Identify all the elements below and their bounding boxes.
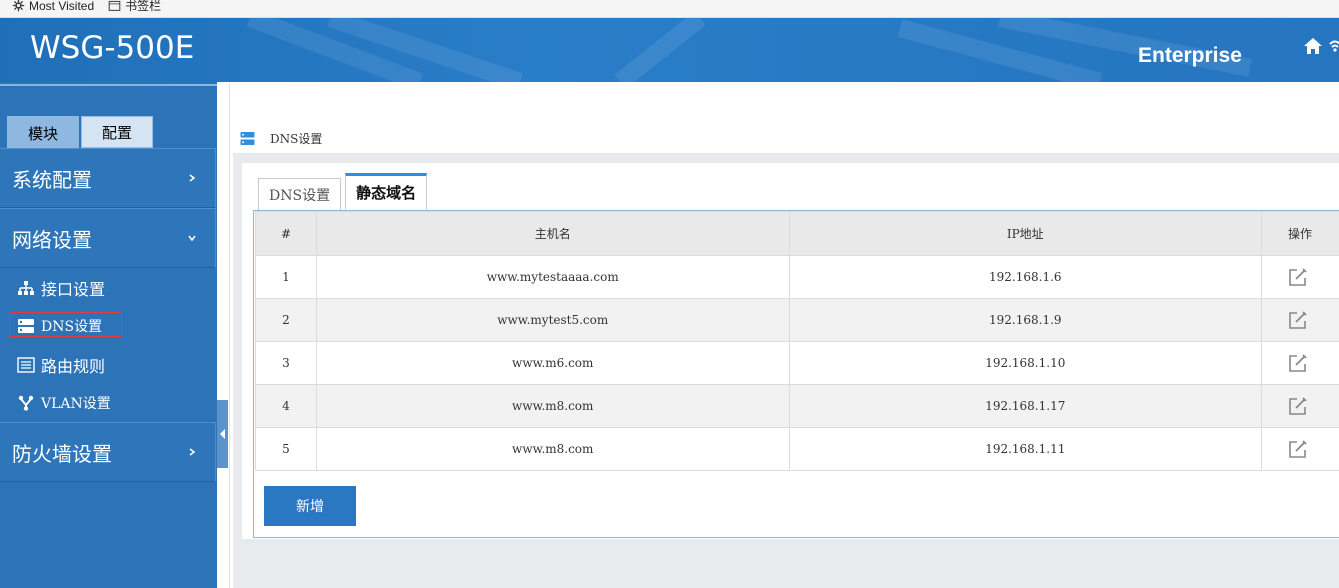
sidebar-item-interface[interactable]: 接口设置	[0, 269, 216, 307]
row-hostname: www.mytest5.com	[315, 298, 790, 342]
row-hostname: www.m8.com	[315, 427, 790, 471]
menu-group-firewall-label: 防火墙设置	[12, 441, 112, 466]
edit-icon[interactable]	[1288, 310, 1308, 330]
sidebar-item-interface-label: 接口设置	[41, 280, 106, 299]
edit-icon[interactable]	[1288, 353, 1308, 373]
tab-config[interactable]: 配置	[81, 116, 153, 148]
chevron-right-icon	[189, 174, 196, 182]
tab-dns-settings[interactable]: DNS设置	[258, 178, 342, 210]
list-icon	[17, 357, 35, 373]
most-visited-bookmark[interactable]: Most Visited	[12, 0, 94, 13]
table-header-row: # 主机名 IP地址 操作	[255, 211, 1339, 256]
sidebar-item-vlan-label: VLAN设置	[41, 396, 111, 412]
row-actions	[1261, 427, 1339, 471]
selection-highlight	[9, 312, 122, 337]
home-icon[interactable]	[1303, 37, 1323, 55]
row-index: 3	[255, 341, 317, 385]
menu-group-network-label: 网络设置	[12, 227, 92, 252]
edition-label: Enterprise	[1138, 44, 1242, 67]
sidebar-item-vlan[interactable]: VLAN设置	[0, 384, 216, 422]
row-ip: 192.168.1.10	[788, 341, 1263, 385]
table-row: 5 www.m8.com 192.168.1.11	[255, 427, 1339, 471]
most-visited-label: Most Visited	[29, 0, 95, 13]
column-ip: IP地址	[788, 211, 1263, 256]
tab-module[interactable]: 模块	[7, 116, 79, 148]
menu-group-system-label: 系统配置	[12, 167, 92, 192]
sitemap-icon	[18, 281, 34, 295]
column-hostname: 主机名	[315, 211, 790, 256]
row-ip: 192.168.1.9	[788, 298, 1263, 342]
sidebar-item-routing[interactable]: 路由规则	[0, 346, 216, 384]
sidebar-tabs: 模块 配置	[7, 116, 153, 148]
row-ip: 192.168.1.17	[788, 384, 1263, 428]
row-actions	[1261, 255, 1339, 299]
chevron-down-icon	[188, 235, 196, 242]
column-index: #	[255, 211, 317, 256]
edit-icon[interactable]	[1288, 396, 1308, 416]
column-actions: 操作	[1261, 211, 1339, 256]
table-row: 2 www.mytest5.com 192.168.1.9	[255, 298, 1339, 342]
chevron-right-icon	[189, 448, 196, 456]
static-domain-table: # 主机名 IP地址 操作 1 www.mytestaaaa.com 192.1…	[255, 211, 1339, 471]
static-domain-table-container: # 主机名 IP地址 操作 1 www.mytestaaaa.com 192.1…	[253, 210, 1339, 538]
app-header: WSG-500E Enterprise	[0, 18, 1339, 82]
sidebar-item-dns[interactable]: DNS设置	[0, 307, 216, 345]
table-row: 4 www.m8.com 192.168.1.17	[255, 384, 1339, 428]
server-icon	[240, 132, 255, 145]
row-actions	[1261, 384, 1339, 428]
product-logo: WSG-500E	[30, 30, 195, 66]
row-index: 2	[255, 298, 317, 342]
row-ip: 192.168.1.11	[788, 427, 1263, 471]
sidebar-collapse-handle[interactable]	[217, 400, 228, 468]
content-tabs: DNS设置 静态域名	[258, 173, 428, 210]
sidebar-divider	[0, 84, 217, 86]
gear-icon	[12, 0, 25, 12]
bookmarks-toolbar-folder[interactable]: 书签栏	[108, 0, 161, 14]
row-index: 5	[255, 427, 317, 471]
add-button[interactable]: 新增	[264, 486, 356, 526]
fork-icon	[18, 395, 34, 411]
edit-icon[interactable]	[1288, 267, 1308, 287]
menu-group-network[interactable]: 网络设置	[0, 208, 216, 268]
table-row: 3 www.m6.com 192.168.1.10	[255, 341, 1339, 385]
bookmarks-bar: Most Visited 书签栏	[0, 0, 1339, 18]
collapse-arrow-icon	[220, 429, 225, 439]
menu-group-firewall[interactable]: 防火墙设置	[0, 422, 216, 482]
sidebar-item-routing-label: 路由规则	[41, 357, 106, 376]
row-actions	[1261, 298, 1339, 342]
wifi-icon[interactable]	[1328, 38, 1339, 54]
bookmarks-toolbar-label: 书签栏	[125, 0, 162, 13]
row-hostname: www.m6.com	[315, 341, 790, 385]
row-hostname: www.mytestaaaa.com	[315, 255, 790, 299]
row-ip: 192.168.1.6	[788, 255, 1263, 299]
menu-group-system[interactable]: 系统配置	[0, 148, 216, 208]
folder-icon	[108, 0, 121, 11]
row-index: 1	[255, 255, 317, 299]
breadcrumb-label: DNS设置	[270, 132, 323, 146]
table-row: 1 www.mytestaaaa.com 192.168.1.6	[255, 255, 1339, 299]
row-actions	[1261, 341, 1339, 385]
row-index: 4	[255, 384, 317, 428]
tab-static-domain[interactable]: 静态域名	[345, 173, 428, 210]
breadcrumb: DNS设置	[240, 130, 322, 147]
edit-icon[interactable]	[1288, 439, 1308, 459]
row-hostname: www.m8.com	[315, 384, 790, 428]
content-divider	[229, 82, 230, 588]
